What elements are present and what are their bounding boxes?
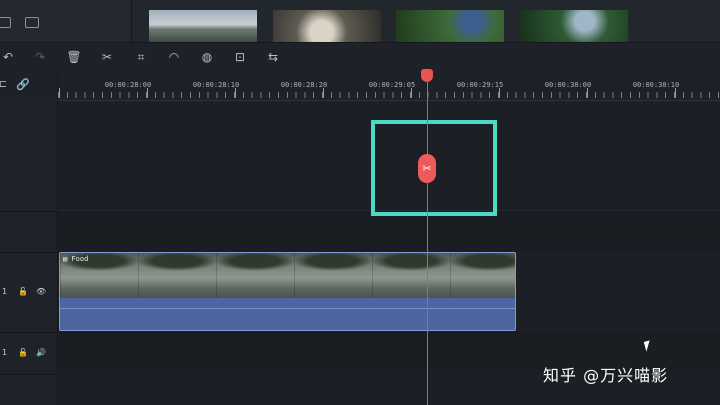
crop-icon[interactable]: ⌗: [134, 50, 148, 64]
ruler-left-panel: ⊏ 🔗: [0, 71, 58, 101]
ruler-major-tick: [499, 88, 500, 98]
media-strip: [0, 0, 720, 42]
new-folder-icon[interactable]: [25, 17, 39, 28]
color-icon[interactable]: ◍: [200, 50, 214, 64]
green-screen-icon[interactable]: ⊡: [233, 50, 247, 64]
video-track-number: 1: [2, 287, 8, 296]
snap-icon[interactable]: ⊏: [0, 78, 10, 92]
track-headers: 1 🔓 👁 1 🔓 🔊: [0, 101, 58, 405]
cyclist-thumbnail[interactable]: [396, 10, 504, 42]
track-separator: [0, 332, 58, 333]
lake-thumbnail[interactable]: [149, 10, 257, 42]
clip-audio-waveform: [60, 298, 515, 330]
link-icon[interactable]: 🔗: [16, 78, 30, 92]
audio-adjust-icon[interactable]: ⇆: [266, 50, 280, 64]
ruler-ticks: [58, 92, 720, 98]
food-bowl-thumbnail[interactable]: [273, 10, 381, 42]
food-video-clip[interactable]: Food: [59, 252, 516, 331]
track-separator: [0, 211, 58, 212]
ruler-tick-label: 00:00:28:00: [104, 81, 152, 89]
track-separator: [0, 374, 58, 375]
clip-label: Food: [63, 255, 88, 263]
delete-icon[interactable]: 🗑: [66, 50, 81, 64]
ruler-tick-label: 00:00:28:20: [280, 81, 328, 89]
timeline-lane[interactable]: [58, 211, 720, 252]
ruler-major-tick: [147, 88, 148, 98]
speed-icon[interactable]: ◠: [167, 50, 181, 64]
playhead-line[interactable]: [427, 80, 428, 405]
timeline-toolbar: ↶ ↷ 🗑 ✂ ⌗ ◠ ◍ ⊡ ⇆: [0, 42, 720, 71]
hiker-thumbnail[interactable]: [520, 10, 628, 42]
eye-icon[interactable]: 👁: [36, 287, 46, 296]
split-icon[interactable]: ✂: [100, 50, 114, 64]
watermark: 知乎 @万兴喵影: [543, 366, 669, 385]
ruler-major-tick: [675, 88, 676, 98]
scissors-icon: ✂: [422, 162, 432, 175]
ruler-tick-label: 00:00:30:00: [544, 81, 592, 89]
lock-icon[interactable]: 🔓: [18, 348, 28, 357]
undo-icon[interactable]: ↶: [1, 50, 15, 64]
clip-thumbnails: [60, 253, 515, 298]
split-scissors-button[interactable]: ✂: [418, 154, 436, 183]
speaker-icon[interactable]: 🔊: [36, 348, 46, 357]
audio-track-number: 1: [2, 348, 8, 357]
ruler-tick-label: 00:00:29:15: [456, 81, 504, 89]
ruler-tick-label: 00:00:30:10: [632, 81, 680, 89]
ruler-tick-label: 00:00:29:05: [368, 81, 416, 89]
waveform-line: [60, 308, 515, 309]
track-separator: [0, 252, 58, 253]
redo-icon[interactable]: ↷: [33, 50, 47, 64]
media-bin-actions: [0, 0, 132, 42]
ruler-major-tick: [235, 88, 236, 98]
ruler-major-tick: [59, 88, 60, 98]
time-ruler[interactable]: 00:00:28:00 00:00:28:10 00:00:28:20 00:0…: [58, 71, 720, 101]
ruler-major-tick: [323, 88, 324, 98]
lock-icon[interactable]: 🔓: [18, 287, 28, 296]
ruler-major-tick: [411, 88, 412, 98]
ruler-major-tick: [587, 88, 588, 98]
ruler-tick-label: 00:00:28:10: [192, 81, 240, 89]
import-media-icon[interactable]: [0, 17, 11, 28]
